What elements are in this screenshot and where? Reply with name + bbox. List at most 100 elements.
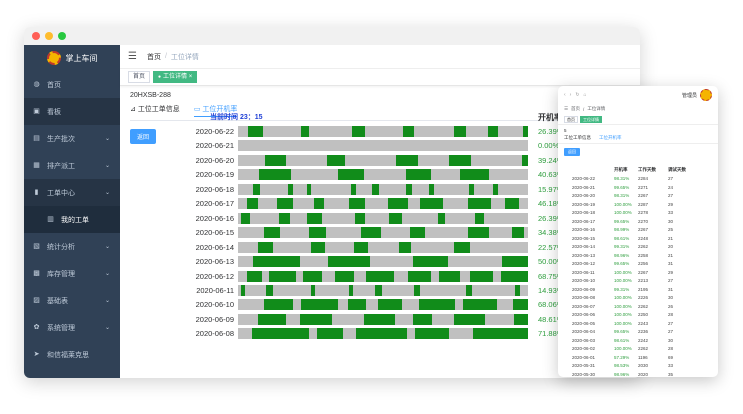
running-segment <box>328 256 371 268</box>
preview-table-row: 2020-06-05 100.00% 2243 27 <box>572 319 712 328</box>
running-segment <box>240 284 246 296</box>
preview-table-row: 2020-06-12 99.65% 2256 31 <box>572 260 712 269</box>
tag-current[interactable]: 工位详情 × <box>153 71 198 83</box>
preview-cell: 99.65% <box>614 184 630 190</box>
uptime-bar[interactable] <box>238 241 528 253</box>
uptime-bar[interactable] <box>238 284 528 296</box>
running-segment <box>403 126 415 137</box>
uptime-bar[interactable] <box>238 126 528 137</box>
preview-cell: 99.65% <box>614 329 630 335</box>
row-date: 2020-06-11 <box>196 285 234 295</box>
preview-cell: 2020-06-01 <box>572 354 596 360</box>
refresh-icon[interactable]: ↻ <box>575 92 579 98</box>
close-window-icon[interactable] <box>32 32 40 40</box>
uptime-bar[interactable] <box>238 313 528 325</box>
stats-icon: ▧ <box>33 243 40 250</box>
preview-tag-home[interactable]: 首页 <box>564 115 578 123</box>
uptime-bar[interactable] <box>238 154 528 166</box>
chevron-down-icon: ⌄ <box>104 298 110 304</box>
preview-header-cell: 工作天数 <box>638 167 656 173</box>
running-segment <box>361 227 382 239</box>
running-segment <box>413 284 420 296</box>
preview-cell: 33 <box>668 210 674 216</box>
navbar: ☰ 首页 / 工位详情 <box>120 45 640 69</box>
row-rate: 0.00% <box>538 141 560 151</box>
uptime-bar[interactable] <box>238 212 528 224</box>
inventory-icon: ▩ <box>33 270 40 277</box>
chevron-down-icon: ⌄ <box>104 163 110 169</box>
sidebar-item-10[interactable]: ➤ 和信福莱克思 <box>24 341 120 368</box>
preview-user[interactable]: 管理员 <box>682 89 712 101</box>
preview-table-row: 2020-06-08 100.00% 2226 30 <box>572 294 712 303</box>
back-arrow-icon[interactable]: ‹ <box>564 92 566 98</box>
maximize-window-icon[interactable] <box>58 32 66 40</box>
sidebar-item-label: 库存管理 <box>47 270 75 278</box>
uptime-bar[interactable] <box>238 256 528 268</box>
breadcrumb-home[interactable]: 首页 <box>147 52 161 62</box>
uptime-bar[interactable] <box>238 169 528 181</box>
row-date: 2020-06-09 <box>195 314 234 324</box>
uptime-bar[interactable] <box>238 227 528 239</box>
preview-table-row: 2020-06-15 98.61% 2248 21 <box>572 234 712 243</box>
row-date: 2020-06-08 <box>195 329 234 339</box>
sidebar-item-4[interactable]: ▮ 工单中心 ⌄ <box>24 179 120 206</box>
uptime-bar[interactable] <box>238 328 528 340</box>
row-date: 2020-06-20 <box>195 155 234 165</box>
uptime-bar[interactable] <box>238 270 528 282</box>
hamburger-icon[interactable]: ☰ <box>128 51 137 62</box>
running-segment <box>264 227 281 239</box>
tab-workorder-info[interactable]: ⊿ 工位工单信息 <box>130 104 180 117</box>
preview-cell: 26 <box>668 303 674 309</box>
running-segment <box>269 270 296 282</box>
sidebar-item-5[interactable]: ▥ 我的工单 <box>24 206 120 233</box>
preview-tag-current[interactable]: 工位详情 <box>580 115 602 123</box>
tag-home[interactable]: 首页 <box>128 71 151 83</box>
running-segment <box>406 169 431 181</box>
preview-cell: 2262 <box>638 346 649 352</box>
preview-cell: 100.00% <box>614 201 632 207</box>
running-segment <box>308 227 327 239</box>
preview-hamburger-icon[interactable]: ☰ <box>564 106 568 112</box>
minimize-window-icon[interactable] <box>45 32 53 40</box>
preview-cell: 100.00% <box>614 312 632 318</box>
forward-arrow-icon[interactable]: › <box>570 92 572 98</box>
home-icon[interactable]: ⌂ <box>584 92 587 98</box>
chevron-down-icon: ⌄ <box>104 325 110 331</box>
sidebar-item-3[interactable]: ▦ 排产派工 ⌄ <box>24 152 120 179</box>
uptime-bar[interactable] <box>238 198 528 210</box>
running-segment <box>412 256 448 268</box>
sidebar-item-7[interactable]: ▩ 库存管理 ⌄ <box>24 260 120 287</box>
preview-tab-workorder-info[interactable]: 工位工单信息 <box>564 135 591 141</box>
tag-close-icon[interactable]: × <box>189 74 193 80</box>
preview-table-row: 2020-06-19 100.00% 2287 29 <box>572 200 712 209</box>
sidebar-item-6[interactable]: ▧ 统计分析 ⌄ <box>24 233 120 260</box>
current-time: 当前时间 23：15 <box>210 114 263 121</box>
sidebar-item-2[interactable]: ▤ 生产批次 ⌄ <box>24 125 120 152</box>
sidebar-item-9[interactable]: ✿ 系统管理 ⌄ <box>24 314 120 341</box>
uptime-bar[interactable] <box>238 299 528 311</box>
running-segment <box>465 284 473 296</box>
preview-back-button[interactable]: 返回 <box>564 148 580 156</box>
uptime-bar[interactable] <box>238 140 528 152</box>
device-code: 20HXSB-288 <box>130 92 171 99</box>
board-icon: ▣ <box>33 108 40 115</box>
preview-cell: 21 <box>668 252 674 258</box>
app-logo[interactable]: 掌上车间 <box>24 45 120 71</box>
preview-cell: 99.31% <box>614 244 630 250</box>
preview-table-row: 2020-06-03 98.61% 2242 30 <box>572 336 712 345</box>
uptime-bar[interactable] <box>238 183 528 195</box>
preview-cell: 2020-06-04 <box>572 329 596 335</box>
preview-breadcrumb-home[interactable]: 首页 <box>571 106 580 112</box>
sidebar-item-1[interactable]: ▣ 看板 <box>24 98 120 125</box>
preview-topbar: ‹ › ↻ ⌂ 管理员 <box>558 86 718 104</box>
sidebar-item-0[interactable]: ◍ 首页 <box>24 71 120 98</box>
preview-tab-uptime-rate[interactable]: 工位开机率 <box>599 135 622 141</box>
row-date: 2020-06-17 <box>195 199 234 209</box>
preview-table-row: 2020-06-18 100.00% 2278 33 <box>572 209 712 218</box>
sidebar-item-8[interactable]: ▨ 基础表 ⌄ <box>24 287 120 314</box>
preview-cell: 24 <box>668 184 674 190</box>
preview-cell: 100.00% <box>614 210 632 216</box>
running-segment <box>453 241 471 253</box>
preview-cell: 2256 <box>638 261 649 267</box>
row-date: 2020-06-16 <box>195 213 234 223</box>
